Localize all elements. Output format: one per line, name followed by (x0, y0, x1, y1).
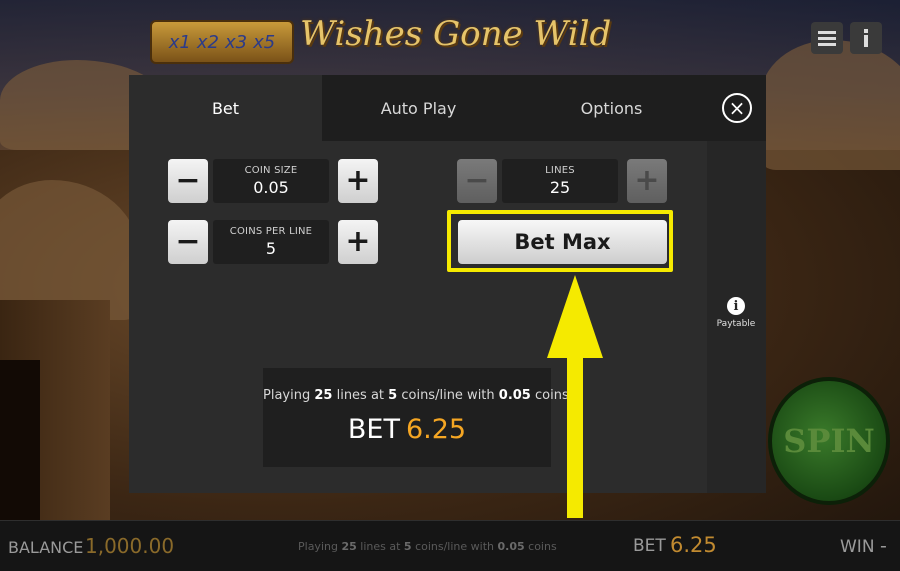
close-button[interactable]: × (722, 93, 752, 123)
bottom-summary-coin-size: 0.05 (497, 540, 525, 553)
tab-auto-play[interactable]: Auto Play (322, 75, 515, 141)
coin-size-decrease-button[interactable]: − (168, 159, 208, 203)
lines-display: LINES 25 (502, 159, 618, 203)
bet-summary: Playing 25 lines at 5 coins/line with 0.… (263, 368, 569, 467)
bottom-bet-summary: Playing 25 lines at 5 coins/line with 0.… (298, 540, 557, 553)
minus-icon: − (175, 224, 201, 259)
spin-label: SPIN (783, 422, 875, 460)
coin-size-label: COIN SIZE (244, 165, 298, 176)
multiplier-x1: x1 (168, 31, 191, 53)
tab-options[interactable]: Options (515, 75, 708, 141)
coins-per-line-decrease-button[interactable]: − (168, 220, 208, 264)
hamburger-menu-button[interactable] (811, 22, 843, 54)
win-value: - (880, 535, 887, 557)
spin-button[interactable]: SPIN (768, 377, 890, 505)
close-icon: × (728, 96, 746, 120)
bet-value: 6.25 (670, 533, 717, 557)
plus-icon: + (345, 224, 371, 259)
lines-stepper: − LINES 25 + (457, 159, 667, 203)
game-logo: Wishes Gone Wild (300, 14, 612, 54)
paytable-info-icon: i (727, 297, 745, 315)
coin-size-display: COIN SIZE 0.05 (213, 159, 329, 203)
summary-prefix: Playing (263, 388, 311, 403)
lines-increase-button[interactable]: + (627, 159, 667, 203)
minus-icon: − (464, 163, 490, 198)
bottom-summary-coins-text: coins/line with (415, 540, 494, 553)
bet-total-amount: 6.25 (405, 414, 467, 445)
coins-per-line-increase-button[interactable]: + (338, 220, 378, 264)
multiplier-strip: x1 x2 x3 x5 (150, 20, 294, 64)
balance-value: 1,000.00 (85, 534, 175, 558)
coins-per-line-label: COINS PER LINE (229, 226, 313, 237)
multiplier-x2: x2 (196, 31, 219, 53)
bottom-status-bar: BALANCE 1,000.00 Playing 25 lines at 5 c… (0, 520, 900, 571)
modal-tabs: Bet Auto Play Options × (129, 75, 766, 141)
plus-icon: + (634, 163, 660, 198)
bottom-summary-coins: 5 (403, 540, 412, 553)
background-rock (760, 40, 900, 170)
summary-coins-text: coins/line with (401, 388, 495, 403)
summary-lines-text: lines at (336, 388, 385, 403)
background-rock (0, 180, 140, 320)
paytable-label: Paytable (716, 319, 756, 329)
multiplier-x5: x5 (253, 31, 276, 53)
win-label: WIN (840, 537, 875, 557)
bet-total: BET 6.25 (263, 414, 551, 445)
paytable-button[interactable]: i Paytable (711, 297, 761, 329)
info-icon (864, 29, 868, 47)
multiplier-x3: x3 (225, 31, 248, 53)
bet-settings-modal: Bet Auto Play Options × − COIN SIZE 0.05… (129, 75, 766, 493)
lines-label: LINES (545, 165, 575, 176)
bottom-summary-coin-text: coins (528, 540, 557, 553)
pointer-arrow (547, 275, 603, 518)
coins-per-line-value: 5 (265, 239, 277, 258)
coin-size-stepper: − COIN SIZE 0.05 + (168, 159, 378, 203)
tab-bet[interactable]: Bet (129, 75, 322, 141)
bottom-summary-prefix: Playing (298, 540, 338, 553)
bottom-summary-lines: 25 (341, 540, 357, 553)
hamburger-menu-icon (818, 31, 836, 46)
bet-summary-text: Playing 25 lines at 5 coins/line with 0.… (263, 388, 569, 403)
info-button[interactable] (850, 22, 882, 54)
balance-label: BALANCE (8, 538, 84, 557)
bet-panel: − COIN SIZE 0.05 + − COINS PER LINE 5 + (129, 141, 707, 493)
coin-size-increase-button[interactable]: + (338, 159, 378, 203)
bottom-summary-lines-text: lines at (360, 540, 401, 553)
summary-lines: 25 (314, 388, 333, 403)
bet-total-label: BET (347, 414, 400, 445)
coins-per-line-stepper: − COINS PER LINE 5 + (168, 220, 378, 264)
minus-icon: − (175, 163, 201, 198)
plus-icon: + (345, 163, 371, 198)
bet-label: BET (633, 536, 666, 556)
lines-decrease-button[interactable]: − (457, 159, 497, 203)
lines-value: 25 (549, 178, 571, 197)
coin-size-value: 0.05 (253, 178, 289, 197)
summary-coins: 5 (388, 388, 398, 403)
summary-coin-size: 0.05 (498, 388, 531, 403)
bet-max-button[interactable]: Bet Max (458, 220, 667, 264)
coins-per-line-display: COINS PER LINE 5 (213, 220, 329, 264)
background-temple-door (0, 360, 40, 520)
